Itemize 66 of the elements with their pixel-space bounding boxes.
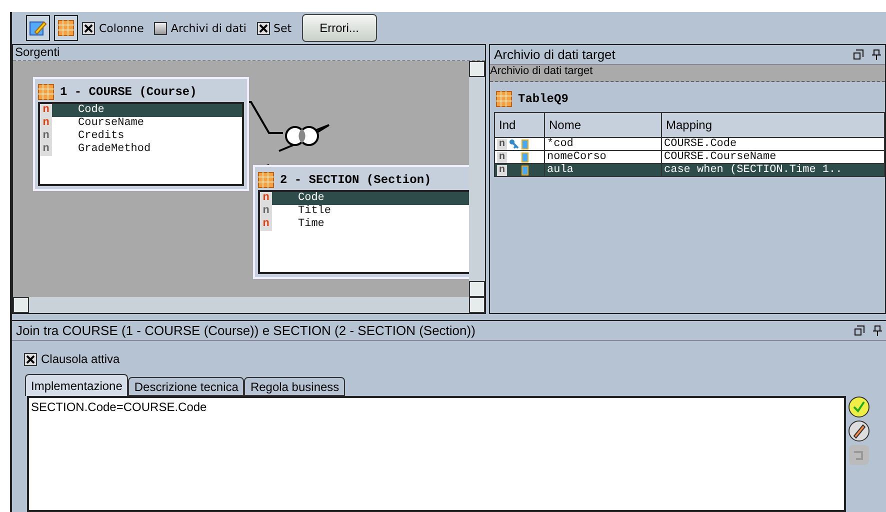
tab[interactable]: Descrizione tecnica: [128, 377, 244, 396]
column-icon: [521, 138, 530, 150]
index-type: n: [497, 152, 507, 162]
restore-icon[interactable]: [853, 49, 864, 60]
table-tool-button[interactable]: [54, 15, 78, 41]
horizontal-scrollbar[interactable]: [13, 297, 485, 313]
table-icon: [496, 91, 512, 107]
column-name: Code: [77, 104, 104, 117]
panel-title: Archivio di dati target: [494, 47, 616, 62]
checkbox-label: Clausola attiva: [41, 352, 120, 366]
table-icon: [38, 84, 54, 100]
restore-icon[interactable]: [854, 325, 865, 336]
mapping-expression: COURSE.CourseName: [664, 151, 776, 163]
column-name: Time: [297, 218, 324, 231]
table-title: 1 - COURSE (Course): [60, 85, 197, 99]
column-type: n: [40, 117, 52, 130]
column-name: aula: [547, 164, 574, 176]
column-name: Title: [297, 205, 332, 218]
vertical-scrollbar[interactable]: [469, 61, 485, 297]
column-name: GradeMethod: [77, 143, 151, 156]
checkbox-label: Archivi di dati: [170, 22, 246, 34]
table-title: 2 - SECTION (Section): [280, 173, 432, 187]
table-node[interactable]: 2 - SECTION (Section) n Code n Title n Time: [253, 165, 469, 279]
checkbox[interactable]: [82, 22, 95, 34]
validate-icon[interactable]: [848, 396, 870, 418]
edit-tool-button[interactable]: [26, 15, 50, 41]
column-type: n: [40, 143, 52, 156]
expression-field[interactable]: SECTION.Code=COURSE.Code: [27, 396, 846, 512]
column-row[interactable]: n Code: [260, 192, 469, 205]
tab[interactable]: Implementazione: [25, 374, 128, 396]
tab[interactable]: Regola business: [244, 377, 346, 396]
pin-icon[interactable]: [873, 325, 882, 336]
table-icon: [58, 20, 74, 36]
checkbox-label: Set: [274, 22, 292, 34]
mapping-expression: COURSE.Code: [664, 138, 737, 150]
column-icon: [521, 164, 530, 176]
column-header[interactable]: Nome: [545, 112, 662, 138]
column-type: n: [260, 218, 272, 231]
column-header[interactable]: Mapping: [662, 112, 885, 138]
table-title: TableQ9: [518, 92, 568, 106]
column-type: n: [40, 104, 52, 117]
pencil-icon[interactable]: [848, 420, 870, 442]
checkbox[interactable]: [24, 352, 37, 366]
checkbox[interactable]: [256, 22, 270, 34]
column-type: n: [40, 130, 52, 143]
index-type: n: [497, 164, 507, 176]
column-name: nomeCorso: [547, 151, 606, 163]
column-icon: [521, 152, 530, 162]
mapping-expression: case when (SECTION.Time 1..: [664, 164, 842, 176]
column-name: *cod: [547, 138, 574, 150]
column-header[interactable]: Ind: [495, 112, 545, 138]
checkbox[interactable]: [154, 22, 167, 34]
column-name: Code: [297, 192, 324, 205]
pin-icon[interactable]: [872, 49, 881, 60]
column-name: Credits: [77, 130, 124, 143]
table-node[interactable]: 1 - COURSE (Course) n Code n CourseName n Credits n GradeMethod: [33, 77, 249, 191]
column-type: n: [260, 192, 272, 205]
column-row[interactable]: n Code: [40, 104, 242, 117]
panel-subtitle: Archivio di dati target: [490, 65, 885, 82]
checkbox-label: Colonne: [99, 22, 144, 34]
errors-button[interactable]: Errori...: [302, 14, 377, 42]
table-icon: [258, 172, 274, 188]
panel-title: Join tra COURSE (1 - COURSE (Course)) e SECTION (2 - SECTION (Section)): [16, 323, 476, 338]
index-type: n: [497, 138, 507, 150]
column-name: CourseName: [77, 117, 144, 130]
column-type: n: [260, 205, 272, 218]
